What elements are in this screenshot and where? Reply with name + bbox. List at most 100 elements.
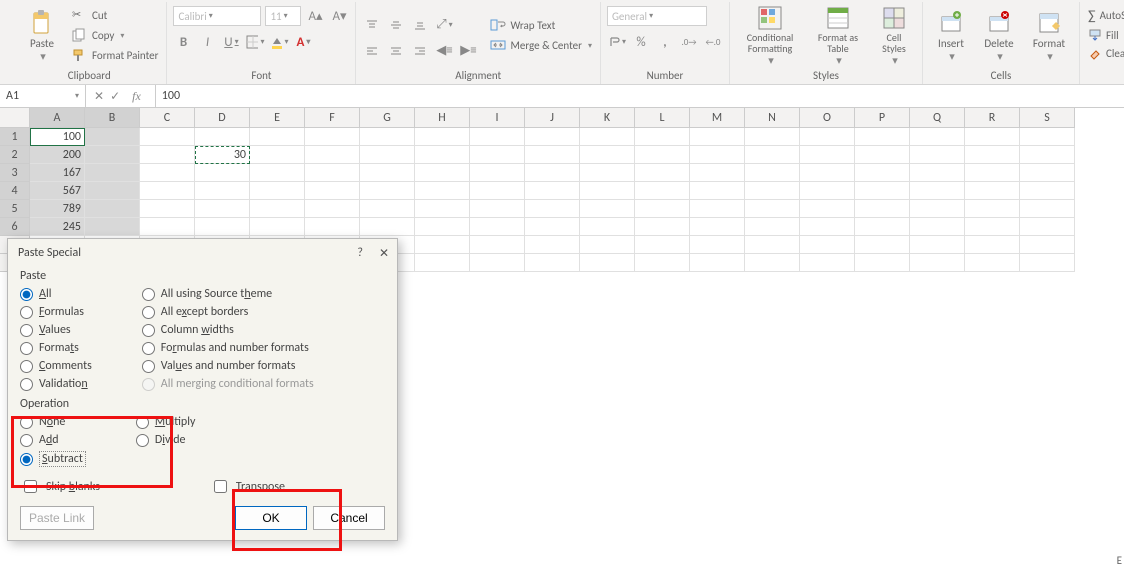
increase-decimal-button[interactable]: .0→ [679, 32, 699, 52]
cell[interactable] [415, 164, 470, 182]
conditional-formatting-button[interactable]: Conditional Formatting▾ [736, 2, 804, 69]
enter-formula-icon[interactable]: ✓ [110, 89, 120, 104]
cell[interactable] [800, 182, 855, 200]
cell[interactable] [1020, 200, 1075, 218]
cell[interactable]: 245 [30, 218, 85, 236]
cell[interactable] [690, 182, 745, 200]
cell[interactable] [415, 200, 470, 218]
cell[interactable] [965, 146, 1020, 164]
column-header[interactable]: L [635, 108, 690, 128]
radio-multiply[interactable]: Multiply [136, 415, 196, 429]
cell[interactable] [855, 218, 910, 236]
cell[interactable] [470, 254, 525, 272]
cell[interactable]: 100 [30, 128, 85, 146]
cell[interactable] [635, 164, 690, 182]
increase-indent-button[interactable]: ▶≡ [458, 41, 478, 61]
cell[interactable] [415, 236, 470, 254]
cell[interactable] [140, 182, 195, 200]
dialog-titlebar[interactable]: Paste Special ? ✕ [8, 239, 397, 267]
cell[interactable] [470, 146, 525, 164]
cell[interactable] [910, 218, 965, 236]
cell[interactable] [470, 236, 525, 254]
radio-subtract[interactable]: Subtract [20, 451, 86, 467]
cell[interactable] [470, 200, 525, 218]
decrease-decimal-button[interactable]: ←.0 [703, 32, 723, 52]
cell[interactable]: 789 [30, 200, 85, 218]
column-header[interactable]: N [745, 108, 800, 128]
cell[interactable] [635, 182, 690, 200]
cut-button[interactable]: ✂Cut [70, 7, 160, 25]
cell[interactable] [855, 236, 910, 254]
radio-all-theme[interactable]: All using Source theme [142, 287, 314, 301]
font-size-combo[interactable]: 11▾ [265, 6, 301, 26]
cell[interactable] [195, 128, 250, 146]
column-header[interactable]: I [470, 108, 525, 128]
cell[interactable] [85, 164, 140, 182]
column-header[interactable]: R [965, 108, 1020, 128]
cell[interactable] [305, 218, 360, 236]
select-all-corner[interactable] [0, 108, 30, 128]
cell[interactable] [525, 164, 580, 182]
radio-formulas-number[interactable]: Formulas and number formats [142, 341, 314, 355]
radio-formulas[interactable]: Formulas [20, 305, 92, 319]
radio-values[interactable]: Values [20, 323, 92, 337]
cell[interactable] [580, 146, 635, 164]
cell[interactable] [745, 254, 800, 272]
cell[interactable] [690, 218, 745, 236]
cell[interactable] [745, 182, 800, 200]
column-header[interactable]: F [305, 108, 360, 128]
paste-link-button[interactable]: Paste Link [20, 506, 94, 530]
cell[interactable] [525, 254, 580, 272]
cell[interactable] [690, 164, 745, 182]
cell[interactable] [1020, 218, 1075, 236]
cell[interactable] [305, 200, 360, 218]
cell[interactable] [800, 164, 855, 182]
cell[interactable] [855, 200, 910, 218]
cell[interactable] [910, 164, 965, 182]
cell[interactable] [305, 146, 360, 164]
number-format-combo[interactable]: General▾ [607, 6, 707, 26]
cell[interactable] [965, 128, 1020, 146]
column-header[interactable]: M [690, 108, 745, 128]
column-header[interactable]: K [580, 108, 635, 128]
cell[interactable] [910, 146, 965, 164]
cell[interactable] [580, 182, 635, 200]
cell[interactable] [250, 218, 305, 236]
underline-button[interactable]: U▾ [221, 32, 241, 52]
font-color-button[interactable]: A▾ [293, 32, 313, 52]
align-left-button[interactable] [362, 41, 382, 61]
radio-all[interactable]: All [20, 287, 92, 301]
cell[interactable] [635, 146, 690, 164]
cell[interactable] [745, 164, 800, 182]
cell[interactable] [85, 146, 140, 164]
cell[interactable] [855, 254, 910, 272]
radio-values-number[interactable]: Values and number formats [142, 359, 314, 373]
checkbox-skip-blanks[interactable]: Skip blanks [20, 477, 100, 496]
cell[interactable] [745, 218, 800, 236]
cell[interactable] [745, 200, 800, 218]
align-bottom-button[interactable] [410, 15, 430, 35]
column-header[interactable]: P [855, 108, 910, 128]
cell[interactable]: 167 [30, 164, 85, 182]
cell[interactable] [965, 218, 1020, 236]
cell[interactable] [855, 182, 910, 200]
decrease-font-button[interactable]: A▾ [329, 6, 349, 26]
cell[interactable] [85, 218, 140, 236]
cell[interactable] [415, 146, 470, 164]
format-painter-button[interactable]: Format Painter [70, 47, 160, 65]
cell[interactable] [635, 128, 690, 146]
cell[interactable] [580, 200, 635, 218]
cell[interactable] [690, 128, 745, 146]
cell[interactable] [1020, 182, 1075, 200]
cell[interactable] [690, 254, 745, 272]
italic-button[interactable]: I [197, 32, 217, 52]
cell[interactable] [470, 164, 525, 182]
cell[interactable] [305, 182, 360, 200]
cell[interactable] [195, 164, 250, 182]
row-header[interactable]: 6 [0, 218, 30, 236]
row-header[interactable]: 4 [0, 182, 30, 200]
align-right-button[interactable] [410, 41, 430, 61]
cell[interactable]: 567 [30, 182, 85, 200]
row-header[interactable]: 5 [0, 200, 30, 218]
cell[interactable] [910, 182, 965, 200]
